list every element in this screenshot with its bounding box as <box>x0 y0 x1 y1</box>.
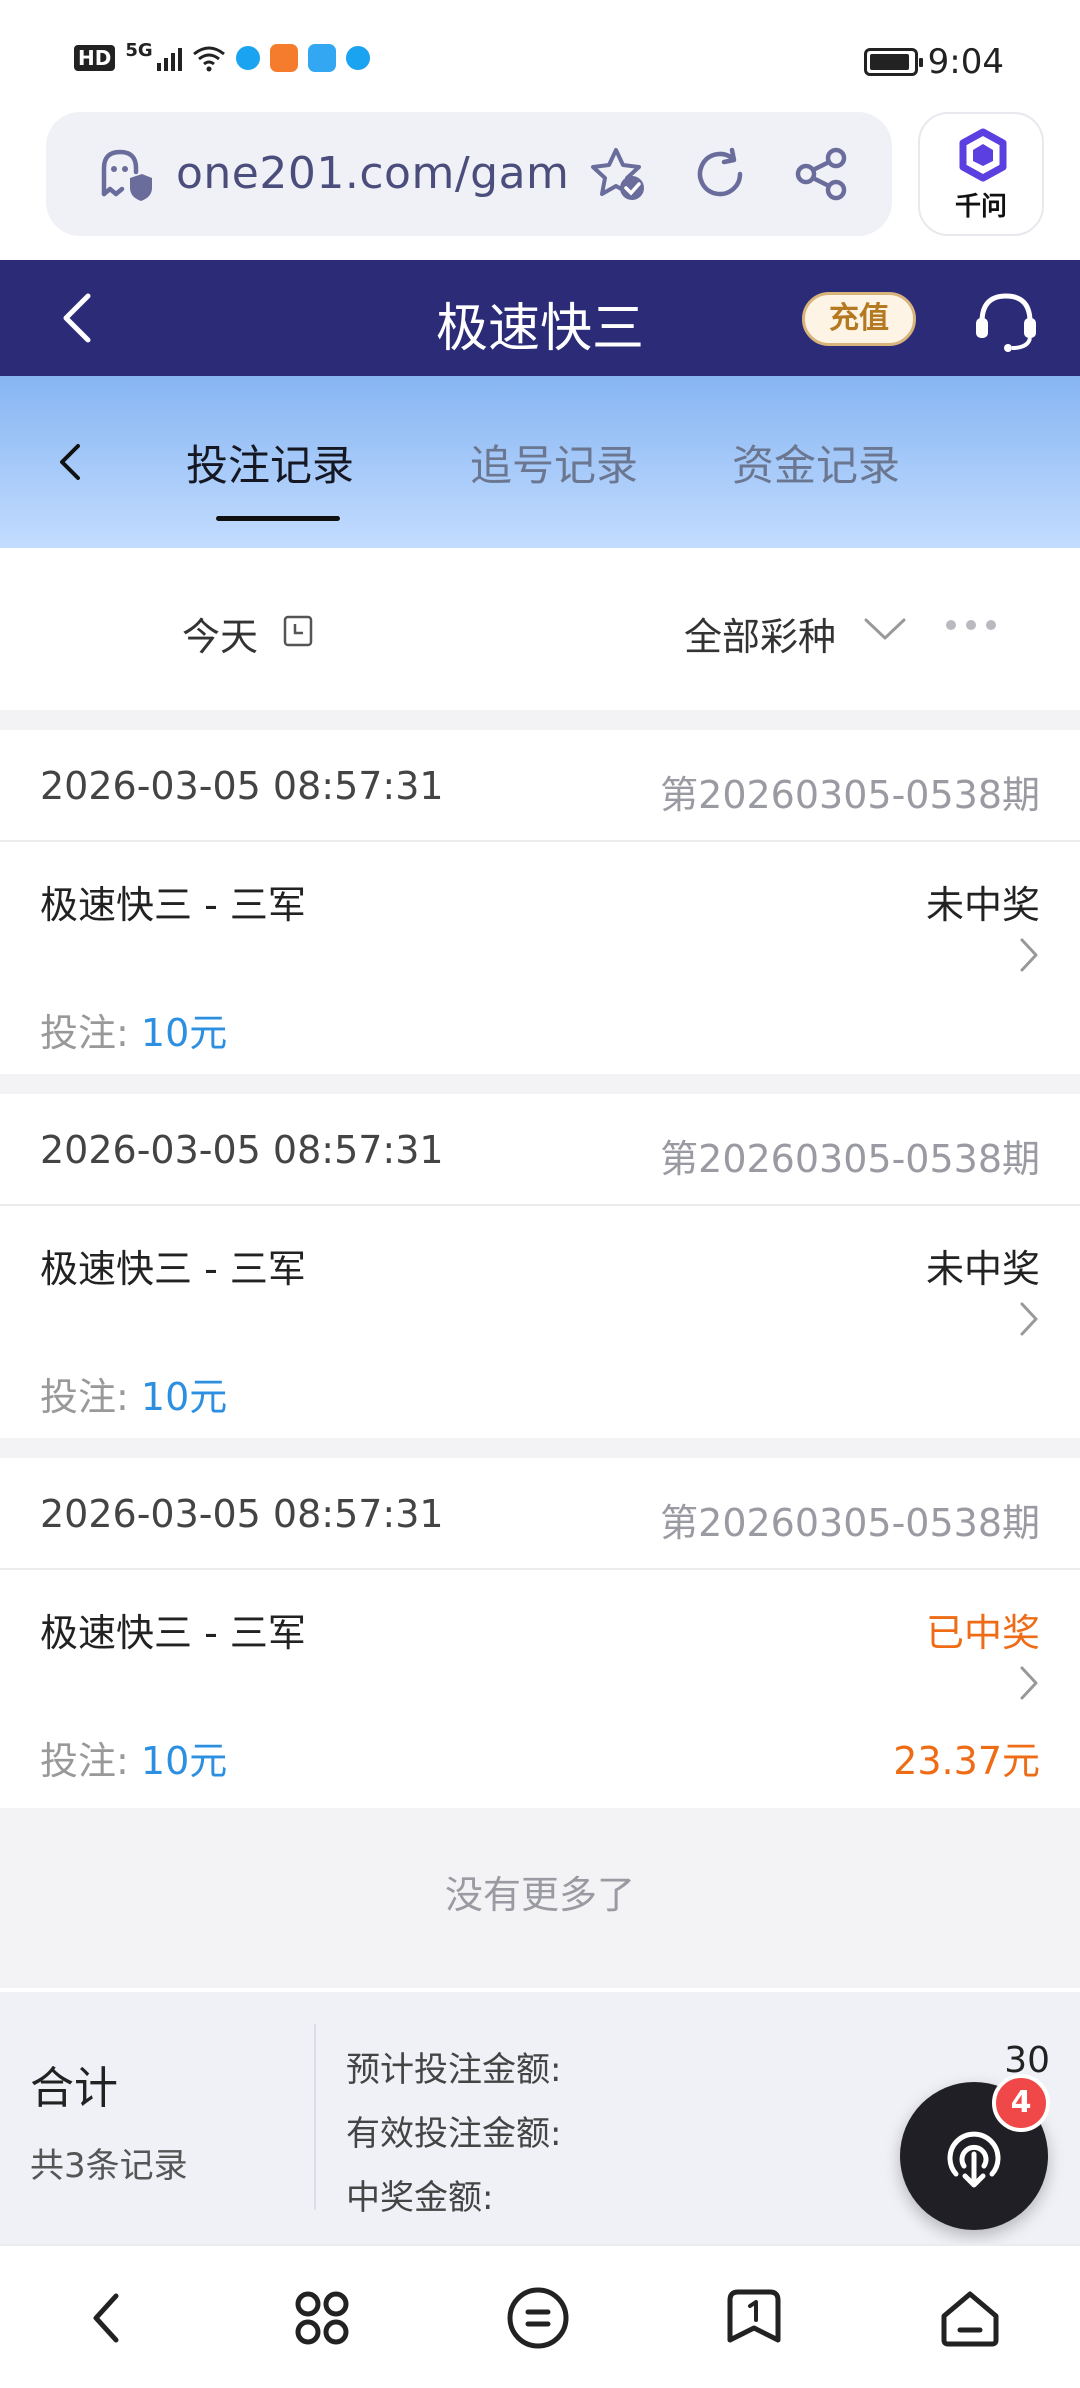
record-bet: 投注: 10元 <box>40 1002 227 1057</box>
divider <box>0 1438 1080 1458</box>
calendar-icon[interactable] <box>282 614 314 648</box>
upload-cloud-icon <box>947 2131 1001 2188</box>
status-bar: HD 5G 9:04 <box>0 0 1080 110</box>
recharge-button[interactable]: 充值 <box>802 292 916 346</box>
divider <box>0 1074 1080 1094</box>
record-bet: 投注: 10元 <box>40 1366 227 1421</box>
page-title: 极速快三 <box>435 299 644 359</box>
record-status: 未中奖 <box>925 1247 1040 1291</box>
record-issue: 第20260305-0538期 <box>660 1137 1040 1181</box>
notification-badge: 4 <box>992 2074 1050 2132</box>
qianwen-label: 千问 <box>954 192 1007 222</box>
record-issue: 第20260305-0538期 <box>660 1501 1040 1545</box>
url-text[interactable]: one201.com/gam <box>176 148 569 199</box>
prize-amount-label: 中奖金额: <box>346 2178 494 2218</box>
active-tab-indicator <box>216 516 340 521</box>
video-app-icon <box>269 44 298 72</box>
back-chevron-icon[interactable] <box>50 432 90 492</box>
record-status: 已中奖 <box>925 1611 1040 1655</box>
address-bar[interactable]: one201.com/gam <box>46 112 892 236</box>
record-bet: 投注: 10元 <box>40 1730 227 1785</box>
status-left: HD 5G <box>74 40 370 72</box>
expected-bet-label: 预计投注金额: <box>346 2050 562 2090</box>
hd-indicator: HD <box>74 45 116 71</box>
more-options-icon[interactable] <box>946 620 996 630</box>
record-status: 未中奖 <box>925 883 1040 927</box>
security-ghost-icon[interactable] <box>90 142 154 206</box>
share-icon[interactable] <box>790 142 854 206</box>
lottery-filter[interactable]: 全部彩种 <box>684 606 836 661</box>
valid-bet-label: 有效投注金额: <box>346 2114 562 2154</box>
browser-app-icon <box>345 46 370 70</box>
no-more-text: 没有更多了 <box>0 1808 1080 1988</box>
bet-label: 投注: <box>40 1011 141 1055</box>
record-issue: 第20260305-0538期 <box>660 773 1040 817</box>
tab-bet-records[interactable]: 投注记录 <box>186 432 354 493</box>
record-time: 2026-03-05 08:57:31 <box>40 764 444 808</box>
chevron-right-icon[interactable] <box>1018 936 1040 974</box>
wifi-icon <box>192 46 225 72</box>
record-tabs: 投注记录 追号记录 资金记录 <box>0 376 1080 548</box>
record-time: 2026-03-05 08:57:31 <box>40 1492 444 1536</box>
record-game-name: 极速快三 - 三军 <box>40 1611 306 1655</box>
bet-amount: 10元 <box>140 1375 228 1419</box>
back-icon[interactable] <box>70 2280 146 2356</box>
qianwen-logo-icon <box>959 128 1007 182</box>
record-header: 2026-03-05 08:57:31 第20260305-0538期 <box>0 730 1080 842</box>
home-icon[interactable] <box>932 2280 1008 2356</box>
tabs-count-icon[interactable] <box>716 2280 792 2356</box>
date-filter[interactable]: 今天 <box>182 606 258 661</box>
bet-record-card[interactable]: 2026-03-05 08:57:31 第20260305-0538期 极速快三… <box>0 1094 1080 1438</box>
status-right: 9:04 <box>863 42 1004 82</box>
refresh-icon[interactable] <box>688 142 752 206</box>
record-header: 2026-03-05 08:57:31 第20260305-0538期 <box>0 1458 1080 1570</box>
chevron-down-icon[interactable] <box>862 612 908 644</box>
summary-divider <box>314 2024 316 2210</box>
record-prize: 23.37元 <box>893 1739 1040 1783</box>
weather-app-icon <box>307 44 336 72</box>
network-type: 5G <box>125 39 153 61</box>
app-header: 极速快三 充值 <box>0 260 1080 376</box>
browser-bottom-nav <box>0 2244 1080 2388</box>
record-time: 2026-03-05 08:57:31 <box>40 1128 444 1172</box>
favorite-star-icon[interactable] <box>586 142 650 206</box>
bet-amount: 10元 <box>140 1739 228 1783</box>
chevron-right-icon[interactable] <box>1018 1664 1040 1702</box>
apps-icon[interactable] <box>284 2280 360 2356</box>
bet-label: 投注: <box>40 1739 141 1783</box>
clock: 9:04 <box>927 42 1004 82</box>
battery-icon <box>863 48 923 76</box>
summary-count: 共3条记录 <box>30 2146 188 2186</box>
chevron-right-icon[interactable] <box>1018 1300 1040 1338</box>
tab-fund-records[interactable]: 资金记录 <box>732 432 900 493</box>
signal-icon <box>156 45 182 71</box>
app-notification-icon <box>235 46 260 70</box>
summary-title: 合计 <box>30 2063 118 2114</box>
qianwen-assistant-button[interactable]: 千问 <box>918 112 1044 236</box>
record-game-name: 极速快三 - 三军 <box>40 1247 306 1291</box>
bet-record-card[interactable]: 2026-03-05 08:57:31 第20260305-0538期 极速快三… <box>0 730 1080 1074</box>
bet-amount: 10元 <box>140 1011 228 1055</box>
menu-icon[interactable] <box>500 2280 576 2356</box>
filter-bar: 今天 全部彩种 <box>0 548 1080 710</box>
customer-service-icon[interactable] <box>970 284 1042 356</box>
bet-record-card[interactable]: 2026-03-05 08:57:31 第20260305-0538期 极速快三… <box>0 1458 1080 1802</box>
record-header: 2026-03-05 08:57:31 第20260305-0538期 <box>0 1094 1080 1206</box>
tab-chase-records[interactable]: 追号记录 <box>470 432 638 493</box>
divider <box>0 710 1080 730</box>
record-game-name: 极速快三 - 三军 <box>40 883 306 927</box>
bet-label: 投注: <box>40 1375 141 1419</box>
